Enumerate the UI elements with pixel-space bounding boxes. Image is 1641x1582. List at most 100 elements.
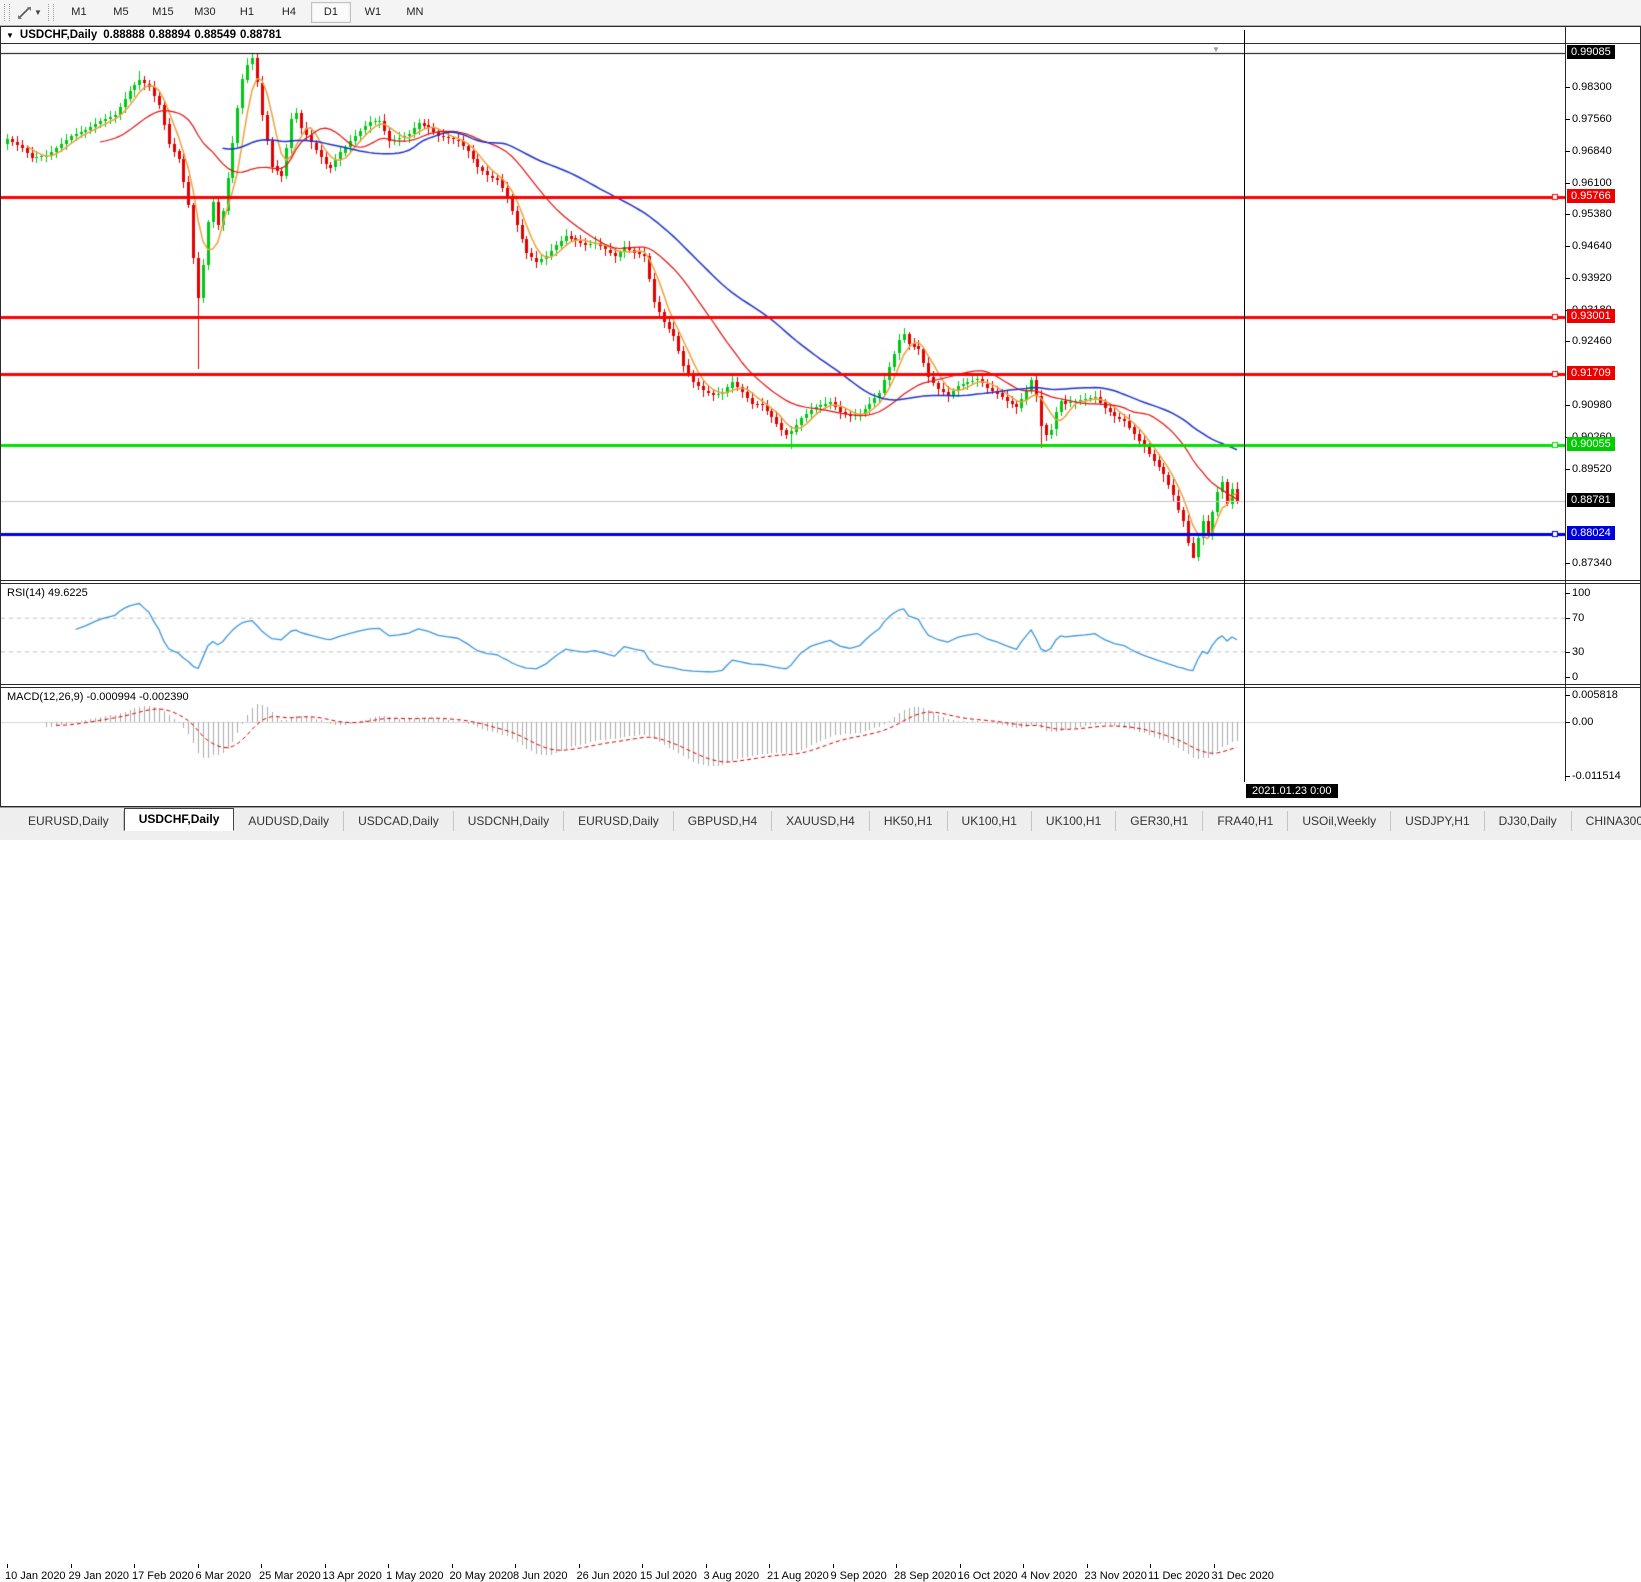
date-label: 10 Jan 2020: [5, 1570, 66, 1582]
chart-tab-fra40-h1[interactable]: FRA40,H1: [1203, 811, 1289, 831]
price-tick-label: 0.90980: [1572, 399, 1612, 412]
chart-tab-bar: EURUSD,Daily USDCHF,Daily AUDUSD,Daily USDC…: [0, 807, 1641, 831]
price-tick-label: 0.95380: [1572, 208, 1612, 221]
ohlc-open: 0.88888: [103, 29, 145, 41]
date-tick-mark: [515, 1564, 516, 1568]
date-tick-mark: [959, 1564, 961, 1568]
price-badge: 0.90055: [1567, 437, 1615, 452]
date-label: 20 May 2020: [449, 1570, 514, 1582]
macd-tick-label: 0.00: [1572, 716, 1594, 728]
timeframe-buttons: M1 M5 M15 M30 H1 H4 D1 W1 MN: [58, 2, 436, 23]
price-chart-canvas[interactable]: [1, 45, 1565, 580]
chart-tab-dj30-daily[interactable]: DJ30,Daily: [1485, 811, 1572, 831]
chart-tab-usdcad-daily[interactable]: USDCAD,Daily: [344, 811, 454, 831]
date-tick-mark: [451, 1564, 453, 1568]
macd-canvas[interactable]: [1, 688, 1565, 781]
price-tick-mark: [1565, 246, 1570, 248]
date-tick-mark: [70, 1564, 72, 1568]
date-label: 8 Jun 2020: [513, 1570, 568, 1582]
price-tick-label: 0.94640: [1572, 240, 1612, 253]
macd-tick-label: 0.005818: [1572, 688, 1618, 701]
chart-tab-audusd-daily[interactable]: AUDUSD,Daily: [234, 811, 345, 831]
rsi-tick-label: 100: [1572, 587, 1591, 599]
rsi-label: RSI(14) 49.6225: [7, 587, 88, 599]
price-badge: 0.88781: [1567, 492, 1615, 507]
price-tick-mark: [1565, 340, 1570, 342]
toolbar-grip-2[interactable]: [47, 4, 54, 21]
tf-button-m5[interactable]: M5: [101, 2, 141, 23]
date-label: 11 Dec 2020: [1148, 1570, 1210, 1582]
tf-button-d1[interactable]: D1: [310, 2, 351, 23]
cursor-tool-icon[interactable]: [14, 4, 34, 22]
crosshair-vertical-line: [1244, 30, 1245, 782]
tf-button-m30[interactable]: M30: [185, 2, 225, 23]
date-label: 25 Mar 2020: [259, 1570, 321, 1582]
date-tick-mark: [261, 1564, 262, 1568]
rsi-tick-mark: [1565, 593, 1570, 594]
rsi-canvas[interactable]: [1, 584, 1565, 683]
price-tick-mark: [1565, 150, 1570, 152]
price-tick-mark: [1565, 563, 1570, 565]
date-label: 31 Dec 2020: [1211, 1570, 1274, 1582]
date-label: 26 Jun 2020: [576, 1570, 638, 1582]
date-tick-mark: [769, 1564, 770, 1568]
date-label: 9 Sep 2020: [830, 1570, 887, 1582]
date-axis[interactable]: 10 Jan 2020 29 Jan 2020 17 Feb 2020 6 Mar 2…: [1, 782, 1640, 1582]
tf-button-w1[interactable]: W1: [353, 2, 393, 23]
tf-button-h1[interactable]: H1: [227, 2, 267, 23]
rsi-panel-splitter[interactable]: [1, 580, 1640, 584]
date-tick-mark: [388, 1564, 389, 1568]
chart-tab-eurusd-daily[interactable]: EURUSD,Daily: [564, 811, 674, 831]
date-tick-mark: [1023, 1564, 1024, 1568]
price-tick-mark: [1565, 182, 1570, 184]
date-tick-mark: [197, 1564, 199, 1568]
chart-tab-eurusd-daily[interactable]: EURUSD,Daily: [14, 811, 124, 831]
price-tick-mark: [1565, 87, 1570, 89]
price-tick-label: 0.89520: [1572, 462, 1612, 475]
chart-tab-usdjpy-h1[interactable]: USDJPY,H1: [1391, 811, 1485, 831]
chart-tab-uk100-h1[interactable]: UK100,H1: [948, 811, 1032, 831]
macd-tick-mark: [1565, 694, 1570, 696]
tf-button-mn[interactable]: MN: [395, 2, 435, 23]
chart-tab-ger30-h1[interactable]: GER30,H1: [1116, 811, 1204, 831]
ohlc-low: 0.88549: [194, 29, 236, 41]
date-tick-mark: [642, 1564, 643, 1568]
macd-tick-label: -0.011514: [1572, 770, 1621, 782]
tf-button-m1[interactable]: M1: [59, 2, 99, 23]
price-tick-mark: [1565, 405, 1570, 407]
price-badge: 0.95766: [1567, 189, 1615, 204]
date-tick-mark: [134, 1564, 135, 1568]
chart-title-bar[interactable]: ▼ USDCHF,Daily 0.88888 0.88894 0.88549 0…: [1, 27, 1640, 44]
chart-tab-china300-h1[interactable]: CHINA300,H1: [1572, 811, 1641, 831]
tf-button-h4[interactable]: H4: [269, 2, 309, 23]
price-tick-label: 0.96840: [1572, 144, 1612, 157]
price-tick-mark: [1565, 119, 1570, 121]
price-tick-label: 0.92460: [1572, 334, 1612, 347]
price-badge: 0.93001: [1567, 309, 1615, 324]
date-label: 28 Sep 2020: [894, 1570, 957, 1582]
price-tick-label: 0.98300: [1572, 81, 1612, 94]
macd-label: MACD(12,26,9) -0.000994 -0.002390: [7, 691, 189, 703]
chart-title: USDCHF,Daily: [19, 29, 98, 41]
chart-tab-uk100-h1[interactable]: UK100,H1: [1032, 811, 1117, 831]
tool-dropdown-caret[interactable]: ▼: [34, 8, 42, 17]
chart-tab-hk50-h1[interactable]: HK50,H1: [870, 811, 948, 831]
rsi-tick-label: 0: [1572, 671, 1579, 683]
window-edge: [0, 831, 1641, 840]
price-badge: 0.91709: [1567, 365, 1615, 380]
chart-tab-usdchf-daily[interactable]: USDCHF,Daily: [123, 808, 235, 831]
tf-button-m15[interactable]: M15: [143, 2, 183, 23]
chart-tab-usoil-weekly[interactable]: USOil,Weekly: [1288, 811, 1392, 831]
price-tick-mark: [1565, 214, 1570, 216]
date-label: 16 Oct 2020: [957, 1570, 1018, 1582]
date-tick-mark: [1086, 1564, 1088, 1568]
price-tick-label: 0.97560: [1572, 113, 1612, 126]
chart-tab-gbpusd-h4[interactable]: GBPUSD,H4: [674, 811, 773, 831]
date-tick-mark: [896, 1564, 897, 1568]
chart-tab-usdcnh-daily[interactable]: USDCNH,Daily: [454, 811, 565, 831]
window-menu-icon[interactable]: ▼: [6, 31, 14, 40]
ohlc-close: 0.88781: [239, 29, 282, 41]
toolbar-grip[interactable]: [4, 4, 10, 21]
macd-panel-splitter[interactable]: [1, 684, 1640, 688]
chart-tab-xauusd-h4[interactable]: XAUUSD,H4: [772, 811, 870, 831]
